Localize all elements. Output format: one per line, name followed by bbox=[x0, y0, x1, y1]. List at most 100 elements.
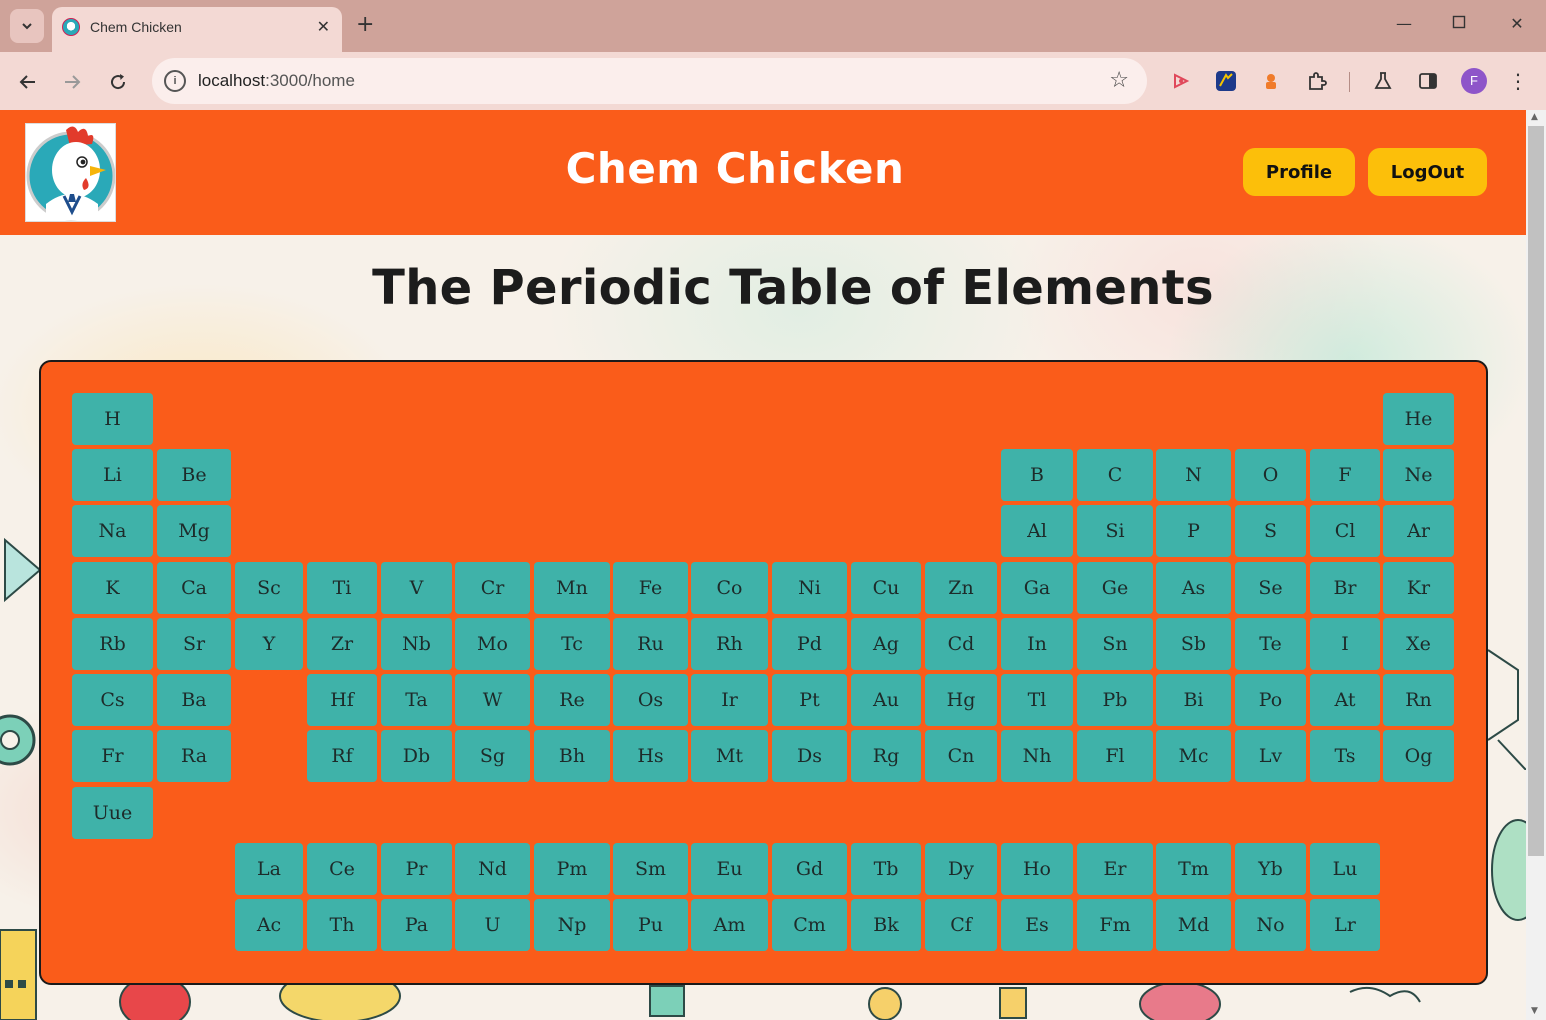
element-tile-cn[interactable]: Cn bbox=[925, 730, 997, 782]
element-tile-ag[interactable]: Ag bbox=[851, 618, 921, 670]
element-tile-rb[interactable]: Rb bbox=[72, 618, 153, 670]
element-tile-ge[interactable]: Ge bbox=[1077, 562, 1153, 614]
element-tile-mo[interactable]: Mo bbox=[455, 618, 530, 670]
screencast-extension-icon[interactable] bbox=[1168, 68, 1194, 94]
element-tile-es[interactable]: Es bbox=[1001, 899, 1073, 951]
element-tile-te[interactable]: Te bbox=[1235, 618, 1306, 670]
element-tile-o[interactable]: O bbox=[1235, 449, 1306, 501]
element-tile-dy[interactable]: Dy bbox=[925, 843, 997, 895]
browser-tab[interactable]: Chem Chicken ✕ bbox=[52, 7, 342, 52]
element-tile-in[interactable]: In bbox=[1001, 618, 1073, 670]
element-tile-np[interactable]: Np bbox=[534, 899, 610, 951]
side-panel-icon[interactable] bbox=[1415, 68, 1441, 94]
element-tile-hf[interactable]: Hf bbox=[307, 674, 377, 726]
element-tile-be[interactable]: Be bbox=[157, 449, 231, 501]
element-tile-h[interactable]: H bbox=[72, 393, 153, 445]
element-tile-pb[interactable]: Pb bbox=[1077, 674, 1153, 726]
element-tile-ne[interactable]: Ne bbox=[1383, 449, 1454, 501]
element-tile-tb[interactable]: Tb bbox=[851, 843, 921, 895]
element-tile-rf[interactable]: Rf bbox=[307, 730, 377, 782]
element-tile-cf[interactable]: Cf bbox=[925, 899, 997, 951]
logout-button[interactable]: LogOut bbox=[1368, 148, 1487, 196]
element-tile-as[interactable]: As bbox=[1156, 562, 1231, 614]
element-tile-sc[interactable]: Sc bbox=[235, 562, 303, 614]
element-tile-po[interactable]: Po bbox=[1235, 674, 1306, 726]
element-tile-cl[interactable]: Cl bbox=[1310, 505, 1380, 557]
element-tile-rn[interactable]: Rn bbox=[1383, 674, 1454, 726]
element-tile-ac[interactable]: Ac bbox=[235, 899, 303, 951]
element-tile-cd[interactable]: Cd bbox=[925, 618, 997, 670]
element-tile-fr[interactable]: Fr bbox=[72, 730, 153, 782]
element-tile-re[interactable]: Re bbox=[534, 674, 610, 726]
profile-avatar[interactable]: F bbox=[1461, 68, 1487, 94]
labs-flask-icon[interactable] bbox=[1370, 68, 1396, 94]
element-tile-p[interactable]: P bbox=[1156, 505, 1231, 557]
element-tile-la[interactable]: La bbox=[235, 843, 303, 895]
element-tile-tl[interactable]: Tl bbox=[1001, 674, 1073, 726]
element-tile-sr[interactable]: Sr bbox=[157, 618, 231, 670]
writing-extension-icon[interactable] bbox=[1213, 68, 1239, 94]
element-tile-k[interactable]: K bbox=[72, 562, 153, 614]
element-tile-pt[interactable]: Pt bbox=[772, 674, 847, 726]
element-tile-kr[interactable]: Kr bbox=[1383, 562, 1454, 614]
element-tile-li[interactable]: Li bbox=[72, 449, 153, 501]
forward-icon[interactable] bbox=[58, 68, 86, 96]
element-tile-zn[interactable]: Zn bbox=[925, 562, 997, 614]
element-tile-pr[interactable]: Pr bbox=[381, 843, 452, 895]
element-tile-mc[interactable]: Mc bbox=[1156, 730, 1231, 782]
element-tile-hs[interactable]: Hs bbox=[613, 730, 688, 782]
element-tile-nb[interactable]: Nb bbox=[381, 618, 452, 670]
element-tile-fe[interactable]: Fe bbox=[613, 562, 688, 614]
page-scrollbar[interactable]: ▲ ▼ bbox=[1526, 110, 1546, 1020]
element-tile-th[interactable]: Th bbox=[307, 899, 377, 951]
close-window-icon[interactable]: ✕ bbox=[1502, 14, 1532, 33]
element-tile-uue[interactable]: Uue bbox=[72, 787, 153, 839]
element-tile-xe[interactable]: Xe bbox=[1383, 618, 1454, 670]
puzzle-game-extension-icon[interactable] bbox=[1258, 68, 1284, 94]
element-tile-au[interactable]: Au bbox=[851, 674, 921, 726]
element-tile-rg[interactable]: Rg bbox=[851, 730, 921, 782]
element-tile-v[interactable]: V bbox=[381, 562, 452, 614]
element-tile-ti[interactable]: Ti bbox=[307, 562, 377, 614]
element-tile-lu[interactable]: Lu bbox=[1310, 843, 1380, 895]
element-tile-yb[interactable]: Yb bbox=[1235, 843, 1306, 895]
element-tile-ba[interactable]: Ba bbox=[157, 674, 231, 726]
element-tile-s[interactable]: S bbox=[1235, 505, 1306, 557]
element-tile-ds[interactable]: Ds bbox=[772, 730, 847, 782]
element-tile-b[interactable]: B bbox=[1001, 449, 1073, 501]
element-tile-ho[interactable]: Ho bbox=[1001, 843, 1073, 895]
element-tile-y[interactable]: Y bbox=[235, 618, 303, 670]
element-tile-cr[interactable]: Cr bbox=[455, 562, 530, 614]
element-tile-na[interactable]: Na bbox=[72, 505, 153, 557]
element-tile-mg[interactable]: Mg bbox=[157, 505, 231, 557]
element-tile-am[interactable]: Am bbox=[691, 899, 768, 951]
reload-icon[interactable] bbox=[104, 68, 132, 96]
element-tile-f[interactable]: F bbox=[1310, 449, 1380, 501]
element-tile-hg[interactable]: Hg bbox=[925, 674, 997, 726]
element-tile-ca[interactable]: Ca bbox=[157, 562, 231, 614]
element-tile-rh[interactable]: Rh bbox=[691, 618, 768, 670]
element-tile-tm[interactable]: Tm bbox=[1156, 843, 1231, 895]
element-tile-no[interactable]: No bbox=[1235, 899, 1306, 951]
minimize-icon[interactable]: — bbox=[1389, 14, 1419, 33]
element-tile-ta[interactable]: Ta bbox=[381, 674, 452, 726]
element-tile-zr[interactable]: Zr bbox=[307, 618, 377, 670]
element-tile-i[interactable]: I bbox=[1310, 618, 1380, 670]
element-tile-cu[interactable]: Cu bbox=[851, 562, 921, 614]
element-tile-ir[interactable]: Ir bbox=[691, 674, 768, 726]
close-tab-icon[interactable]: ✕ bbox=[317, 17, 330, 36]
element-tile-bh[interactable]: Bh bbox=[534, 730, 610, 782]
profile-button[interactable]: Profile bbox=[1243, 148, 1355, 196]
bookmark-star-icon[interactable]: ☆ bbox=[1109, 68, 1129, 93]
element-tile-lv[interactable]: Lv bbox=[1235, 730, 1306, 782]
element-tile-al[interactable]: Al bbox=[1001, 505, 1073, 557]
scroll-thumb[interactable] bbox=[1528, 126, 1544, 856]
element-tile-bk[interactable]: Bk bbox=[851, 899, 921, 951]
maximize-icon[interactable] bbox=[1444, 14, 1474, 33]
element-tile-u[interactable]: U bbox=[455, 899, 530, 951]
element-tile-pm[interactable]: Pm bbox=[534, 843, 610, 895]
element-tile-er[interactable]: Er bbox=[1077, 843, 1153, 895]
element-tile-mt[interactable]: Mt bbox=[691, 730, 768, 782]
element-tile-c[interactable]: C bbox=[1077, 449, 1153, 501]
element-tile-sb[interactable]: Sb bbox=[1156, 618, 1231, 670]
